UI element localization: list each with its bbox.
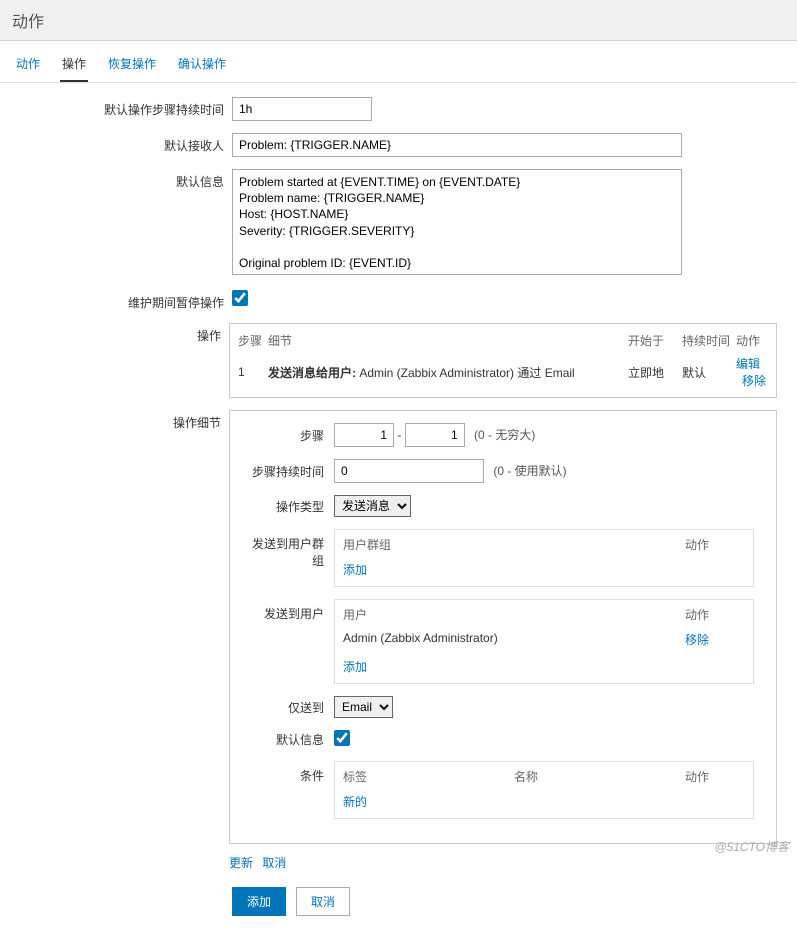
tab-operation[interactable]: 操作 <box>60 49 88 82</box>
label-send-to-users: 发送到用户 <box>244 599 334 622</box>
label-default-message: 默认信息 <box>0 169 232 190</box>
label-operation-details: 操作细节 <box>0 410 229 431</box>
label-send-only-to: 仅送到 <box>244 699 334 716</box>
checkbox-pause-maintenance[interactable] <box>232 290 248 306</box>
groups-add-link[interactable]: 添加 <box>343 563 367 577</box>
input-step-duration[interactable] <box>334 459 484 483</box>
ops-row: 1 发送消息给用户: Admin (Zabbix Administrator) … <box>238 355 768 389</box>
input-default-recipient[interactable] <box>232 133 682 157</box>
groups-head-name: 用户群组 <box>343 536 685 553</box>
hint-step-range: (0 - 无穷大) <box>474 428 535 442</box>
ops-row-duration: 默认 <box>682 364 736 381</box>
ops-row-step: 1 <box>238 365 268 379</box>
ops-head-start: 开始于 <box>628 332 682 349</box>
cond-head-label: 标签 <box>343 768 514 785</box>
ops-remove-link[interactable]: 移除 <box>742 374 766 388</box>
tab-ack[interactable]: 确认操作 <box>176 49 228 82</box>
label-step-duration: 步骤持续时间 <box>244 463 334 480</box>
watermark: @51CTO博客 <box>714 838 789 855</box>
ops-head-detail: 细节 <box>268 332 628 349</box>
label-default-step-duration: 默认操作步骤持续时间 <box>0 97 232 118</box>
input-default-step-duration[interactable] <box>232 97 372 121</box>
operations-table: 步骤 细节 开始于 持续时间 动作 1 发送消息给用户: Admin (Zabb… <box>229 323 777 398</box>
label-step: 步骤 <box>244 427 334 444</box>
ops-head-step: 步骤 <box>238 332 268 349</box>
users-remove-link[interactable]: 移除 <box>685 633 709 647</box>
select-send-only-to[interactable]: Email <box>334 696 393 718</box>
ops-row-start: 立即地 <box>628 364 682 381</box>
checkbox-detail-default-msg[interactable] <box>334 730 350 746</box>
input-step-to[interactable] <box>405 423 465 447</box>
users-add-link[interactable]: 添加 <box>343 660 367 674</box>
tab-action[interactable]: 动作 <box>14 49 42 82</box>
label-send-to-groups: 发送到用户群组 <box>244 529 334 569</box>
groups-head-action: 动作 <box>685 536 745 553</box>
operation-details-box: 步骤 - (0 - 无穷大) 步骤持续时间 (0 - 使用默认) 操作 <box>229 410 777 844</box>
users-head-action: 动作 <box>685 606 745 623</box>
hint-step-duration: (0 - 使用默认) <box>493 464 566 478</box>
ops-head-duration: 持续时间 <box>682 332 736 349</box>
label-operations: 操作 <box>0 323 229 344</box>
label-op-type: 操作类型 <box>244 498 334 515</box>
conditions-table: 标签 名称 动作 新的 <box>334 761 754 819</box>
cond-new-link[interactable]: 新的 <box>343 795 367 809</box>
tab-recovery[interactable]: 恢复操作 <box>106 49 158 82</box>
input-step-from[interactable] <box>334 423 394 447</box>
cond-head-action: 动作 <box>685 768 745 785</box>
ops-edit-link[interactable]: 编辑 <box>736 357 760 371</box>
detail-update-link[interactable]: 更新 <box>229 856 253 870</box>
page-title: 动作 <box>0 0 797 41</box>
add-button[interactable]: 添加 <box>232 887 286 916</box>
label-default-recipient: 默认接收人 <box>0 133 232 154</box>
user-groups-table: 用户群组 动作 添加 <box>334 529 754 587</box>
users-head-name: 用户 <box>343 606 685 623</box>
ops-head-action: 动作 <box>736 332 768 349</box>
select-op-type[interactable]: 发送消息 <box>334 495 411 517</box>
label-detail-default-msg: 默认信息 <box>244 731 334 748</box>
ops-row-detail: 发送消息给用户: Admin (Zabbix Administrator) 通过… <box>268 364 628 381</box>
cancel-button[interactable]: 取消 <box>296 887 350 916</box>
users-row-name: Admin (Zabbix Administrator) <box>343 631 685 648</box>
cond-head-name: 名称 <box>514 768 685 785</box>
tabs: 动作 操作 恢复操作 确认操作 <box>0 41 797 83</box>
users-table: 用户 动作 Admin (Zabbix Administrator) 移除 添加 <box>334 599 754 684</box>
label-pause-maintenance: 维护期间暂停操作 <box>0 290 232 311</box>
textarea-default-message[interactable]: Problem started at {EVENT.TIME} on {EVEN… <box>232 169 682 275</box>
detail-cancel-link[interactable]: 取消 <box>262 856 286 870</box>
label-conditions: 条件 <box>244 761 334 784</box>
